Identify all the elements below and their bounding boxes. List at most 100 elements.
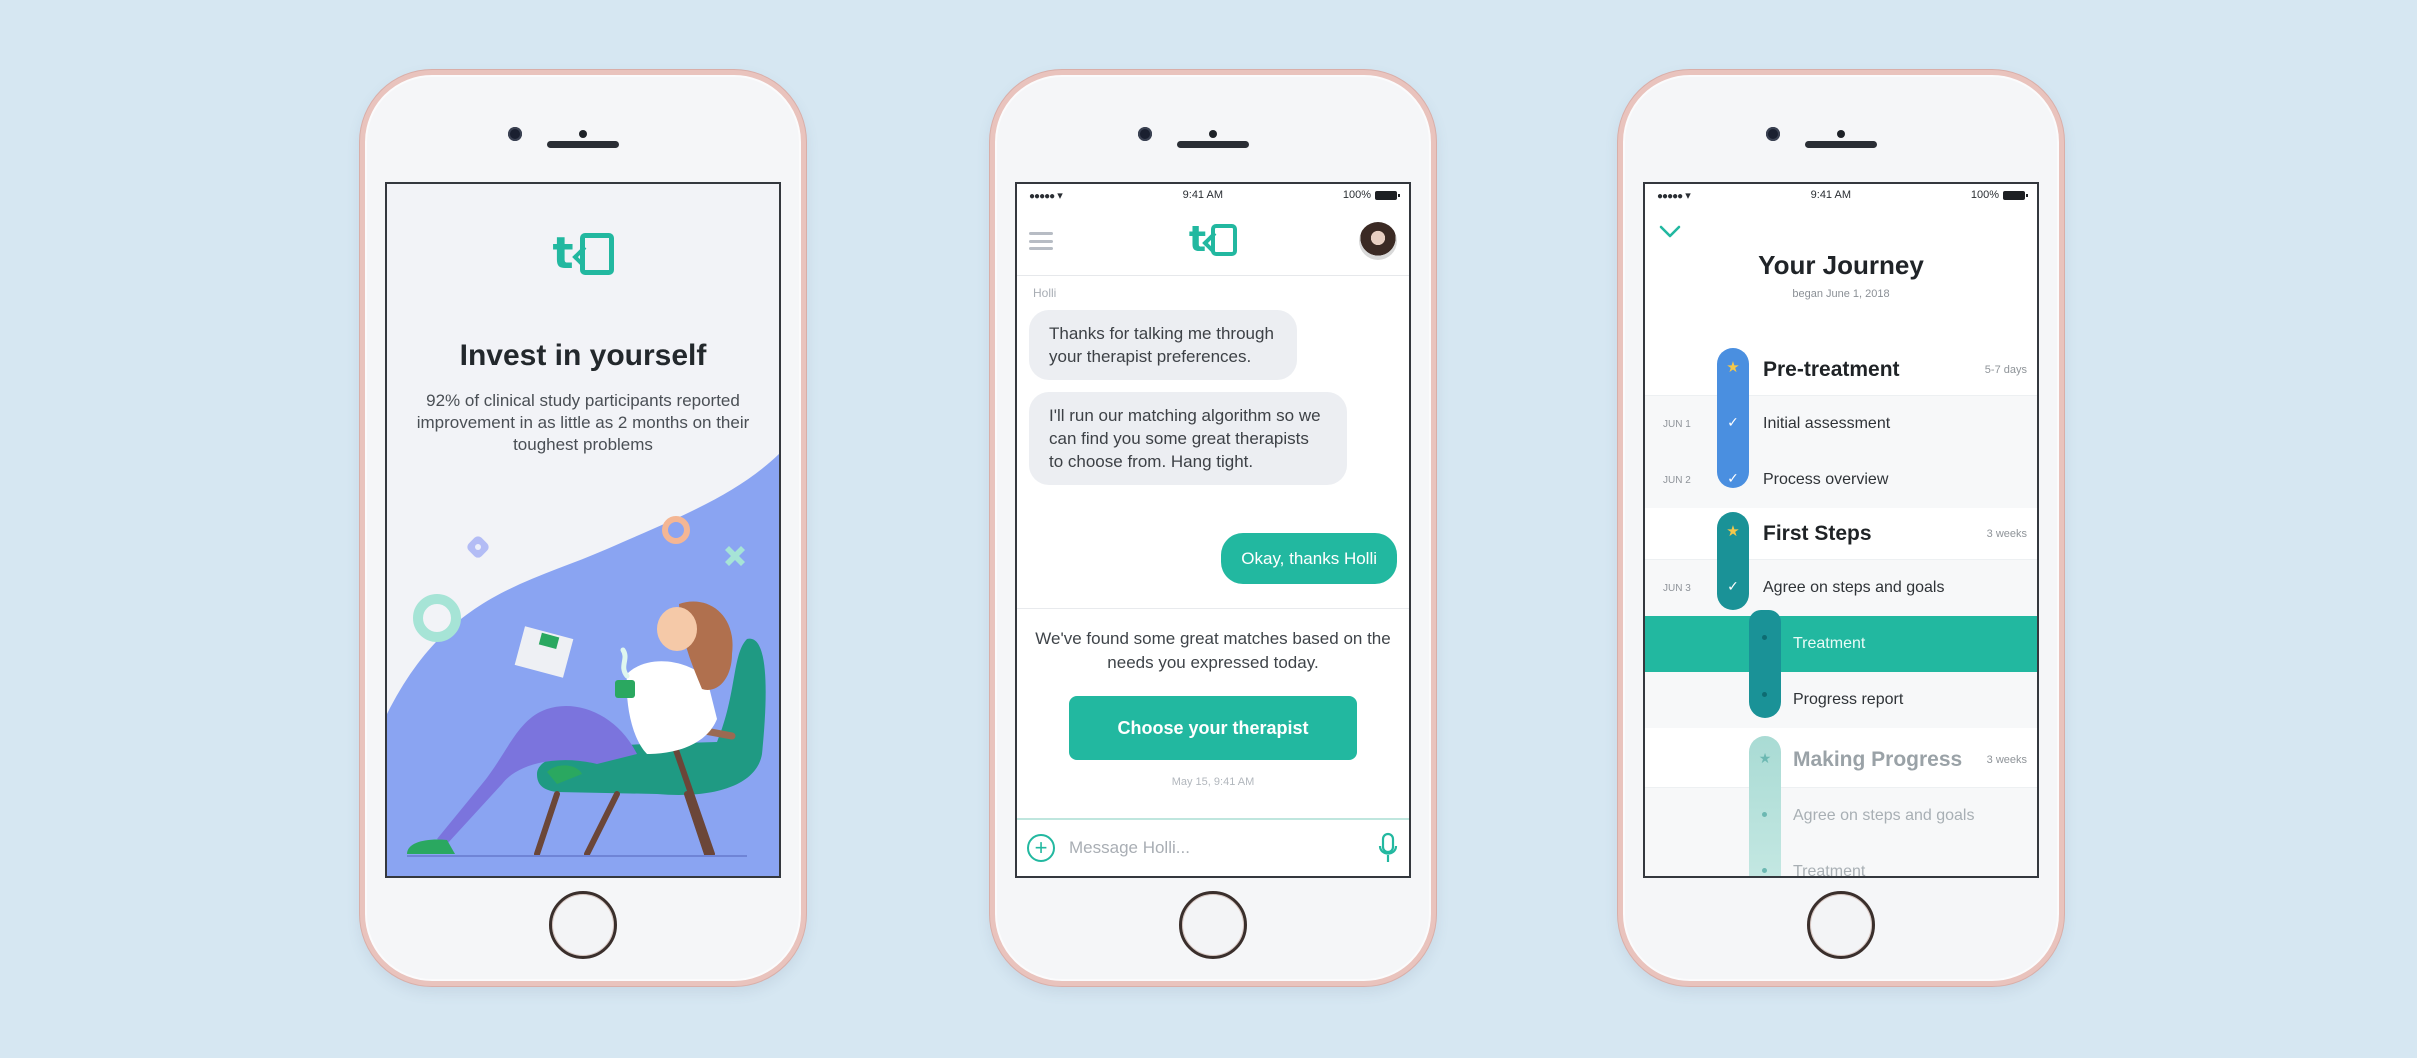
earpiece-speaker [547,141,619,148]
status-bar: ●●●●● ▾ 9:41 AM 100% [1017,184,1409,206]
step-dot-icon [1762,868,1767,873]
step-row[interactable]: Agree on steps and goals [1645,788,2037,844]
phase-row-making-progress[interactable]: Making Progress 3 weeks [1645,732,2037,788]
phase-duration: 5-7 days [1984,363,2027,376]
star-icon: ★ [1726,523,1740,540]
message-composer: + [1017,818,1409,876]
status-time: 9:41 AM [1810,189,1851,201]
talkspace-logo: t [1017,222,1409,258]
home-button[interactable] [549,891,617,959]
step-row[interactable]: JUN 2 Process overview [1645,452,2037,508]
star-icon: ★ [1726,359,1740,376]
ring-decoration [413,594,461,642]
timeline-first-steps-upcoming [1749,610,1781,718]
proximity-sensor [579,130,587,138]
front-camera [1766,127,1780,141]
chat-screen: ●●●●● ▾ 9:41 AM 100% t Holli Thanks for … [1015,182,1411,878]
collapse-chevron-icon[interactable] [1659,224,1681,240]
timeline-first-steps: ★ ✓ [1717,512,1749,610]
chat-bubble-icon [1211,224,1238,256]
steam [620,647,630,679]
battery-icon [2002,190,2028,200]
earpiece-speaker [1177,141,1249,148]
front-camera [1138,127,1152,141]
step-label: Treatment [1793,635,1866,652]
phone-chat: ●●●●● ▾ 9:41 AM 100% t Holli Thanks for … [990,70,1436,986]
step-dot-icon [1762,812,1767,817]
journey-screen: ●●●●● ▾ 9:41 AM 100% Your Journey began … [1643,182,2039,878]
timeline-pretreatment: ★ ✓ ✓ [1717,348,1749,488]
signal-indicator: ●●●●● ▾ [1657,189,1691,202]
mug [615,680,635,698]
front-camera [508,127,522,141]
match-result-text: We've found some great matches based on … [1035,629,1391,672]
check-icon: ✓ [1727,578,1739,594]
step-label: Agree on steps and goals [1793,807,1975,824]
microphone-icon[interactable] [1377,832,1399,864]
phase-name: Making Progress [1793,747,1963,771]
battery-percent: 100% [1342,189,1371,201]
step-date: JUN 1 [1663,418,1691,430]
step-label: Process overview [1763,471,1889,488]
phone-journey: ●●●●● ▾ 9:41 AM 100% Your Journey began … [1618,70,2064,986]
journey-title: Your Journey [1758,250,1924,280]
battery-icon [1374,190,1400,200]
proximity-sensor [1837,130,1845,138]
status-time: 9:41 AM [1182,189,1223,201]
signal-dots-icon: ●●●●● [1657,190,1683,202]
therapist-avatar[interactable] [1359,222,1397,260]
step-label: Initial assessment [1763,415,1891,432]
battery-indicator: 100% [1342,189,1400,201]
message-input[interactable] [1069,838,1377,858]
phase-row-pretreatment[interactable]: Pre-treatment 5-7 days [1645,344,2037,396]
chat-bubble-icon [579,233,614,275]
phase-duration: 3 weeks [1986,753,2027,766]
phase-duration: 3 weeks [1986,527,2027,540]
home-button[interactable] [1179,891,1247,959]
onboarding-title: Invest in yourself [459,339,707,372]
step-date: JUN 3 [1663,582,1691,594]
timeline-making-progress: ★ [1749,736,1781,876]
status-bar: ●●●●● ▾ 9:41 AM 100% [1645,184,2037,206]
step-row[interactable]: Treatment [1645,844,2037,878]
add-attachment-icon[interactable]: + [1027,834,1055,862]
choose-therapist-button[interactable]: Choose your therapist [1069,696,1357,760]
step-label: Agree on steps and goals [1763,579,1945,596]
battery-indicator: 100% [1970,189,2028,201]
step-label: Progress report [1793,691,1904,708]
logo-letter: t [552,228,574,279]
home-button[interactable] [1807,891,1875,959]
journey-start-date: began June 1, 2018 [1792,288,1890,300]
signal-indicator: ●●●●● ▾ [1029,189,1063,202]
message-bubble-outgoing: Okay, thanks Holli [1221,533,1397,584]
phase-row-first-steps[interactable]: First Steps 3 weeks [1645,508,2037,560]
wifi-icon: ▾ [1685,189,1691,202]
onboarding-screen: t Invest in yourself 92% of clinical stu… [385,182,781,878]
step-date: JUN 2 [1663,474,1691,486]
wifi-icon: ▾ [1057,189,1063,202]
check-icon: ✓ [1727,470,1739,486]
step-dot-icon [1762,635,1767,640]
step-dot-icon [1762,692,1767,697]
proximity-sensor [1209,130,1217,138]
step-row[interactable]: Progress report [1645,672,2037,728]
phone-onboarding: t Invest in yourself 92% of clinical stu… [360,70,806,986]
divider [1017,608,1409,609]
check-icon: ✓ [1727,414,1739,430]
sender-name: Holli [1033,286,1057,300]
chat-header: t [1017,206,1409,276]
earpiece-speaker [1805,141,1877,148]
step-label: Treatment [1793,863,1866,878]
onboarding-subtitle: 92% of clinical study participants repor… [416,391,750,454]
star-icon: ★ [1758,750,1772,766]
talkspace-logo: t [387,232,779,276]
relaxing-person-illustration [387,454,779,876]
message-bubble-incoming: I'll run our matching algorithm so we ca… [1029,392,1347,485]
signal-dots-icon: ●●●●● [1029,190,1055,202]
battery-percent: 100% [1970,189,1999,201]
step-row[interactable]: JUN 3 Agree on steps and goals [1645,560,2037,616]
message-timestamp: May 15, 9:41 AM [1171,776,1255,788]
step-row-current[interactable]: Treatment [1645,616,2037,672]
step-row[interactable]: JUN 1 Initial assessment [1645,396,2037,452]
phase-name: First Steps [1763,521,1872,545]
